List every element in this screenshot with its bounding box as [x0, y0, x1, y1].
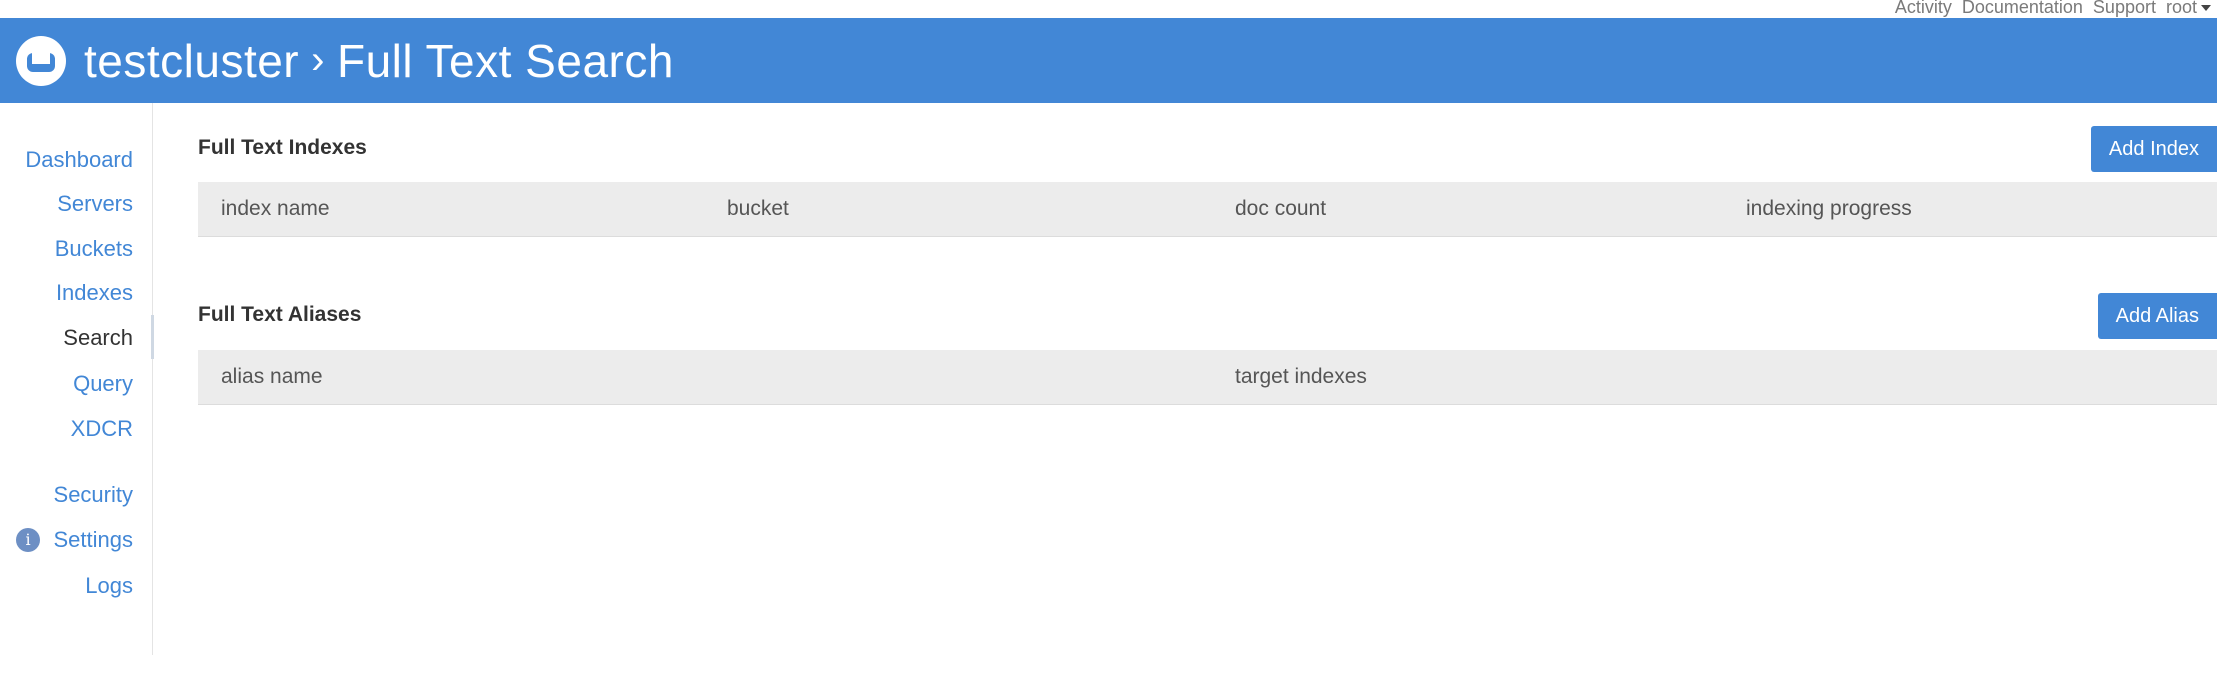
breadcrumb-separator: ›: [311, 38, 325, 82]
column-index-name[interactable]: index name: [221, 197, 330, 221]
breadcrumb: testcluster › Full Text Search: [84, 34, 674, 88]
user-menu[interactable]: root: [2166, 0, 2211, 18]
sidebar-item-logs[interactable]: Logs: [85, 573, 133, 599]
sidebar-item-buckets[interactable]: Buckets: [55, 236, 133, 262]
sidebar-item-servers[interactable]: Servers: [57, 191, 133, 217]
column-doc-count[interactable]: doc count: [1235, 197, 1326, 221]
top-utility-bar: Activity Documentation Support root: [0, 0, 2217, 18]
sidebar: Dashboard Servers Buckets Indexes Search…: [0, 103, 154, 655]
sidebar-item-security[interactable]: Security: [54, 482, 133, 508]
couchbase-logo-icon[interactable]: [16, 35, 66, 86]
indexes-section-title: Full Text Indexes: [198, 136, 367, 159]
cluster-name[interactable]: testcluster: [84, 34, 299, 88]
sidebar-item-query[interactable]: Query: [73, 371, 133, 397]
support-link[interactable]: Support: [2093, 0, 2156, 18]
sidebar-item-settings[interactable]: Settings: [54, 527, 134, 553]
column-bucket[interactable]: bucket: [727, 197, 789, 221]
app-header: testcluster › Full Text Search: [0, 18, 2217, 103]
top-links: Activity Documentation Support root: [1895, 0, 2211, 18]
column-alias-name[interactable]: alias name: [221, 365, 323, 389]
user-name: root: [2165, 0, 2197, 17]
sidebar-item-search[interactable]: Search: [63, 325, 133, 351]
sidebar-item-dashboard[interactable]: Dashboard: [25, 147, 133, 173]
sidebar-item-xdcr[interactable]: XDCR: [71, 416, 133, 442]
documentation-link[interactable]: Documentation: [1962, 0, 2083, 18]
add-index-button[interactable]: Add Index: [2090, 126, 2217, 172]
aliases-table-header: alias name target indexes: [198, 350, 2217, 405]
column-target-indexes[interactable]: target indexes: [1235, 365, 1367, 389]
page-title: Full Text Search: [336, 34, 674, 87]
activity-link[interactable]: Activity: [1895, 0, 1952, 18]
add-alias-button[interactable]: Add Alias: [2097, 293, 2217, 339]
indexes-table-header: index name bucket doc count indexing pro…: [198, 182, 2217, 237]
sidebar-item-indexes[interactable]: Indexes: [56, 280, 133, 306]
column-indexing-progress[interactable]: indexing progress: [1746, 197, 1912, 221]
aliases-section-title: Full Text Aliases: [198, 303, 362, 326]
chevron-down-icon: [2201, 5, 2211, 12]
active-nav-marker: [151, 315, 154, 359]
info-icon[interactable]: i: [16, 528, 40, 552]
